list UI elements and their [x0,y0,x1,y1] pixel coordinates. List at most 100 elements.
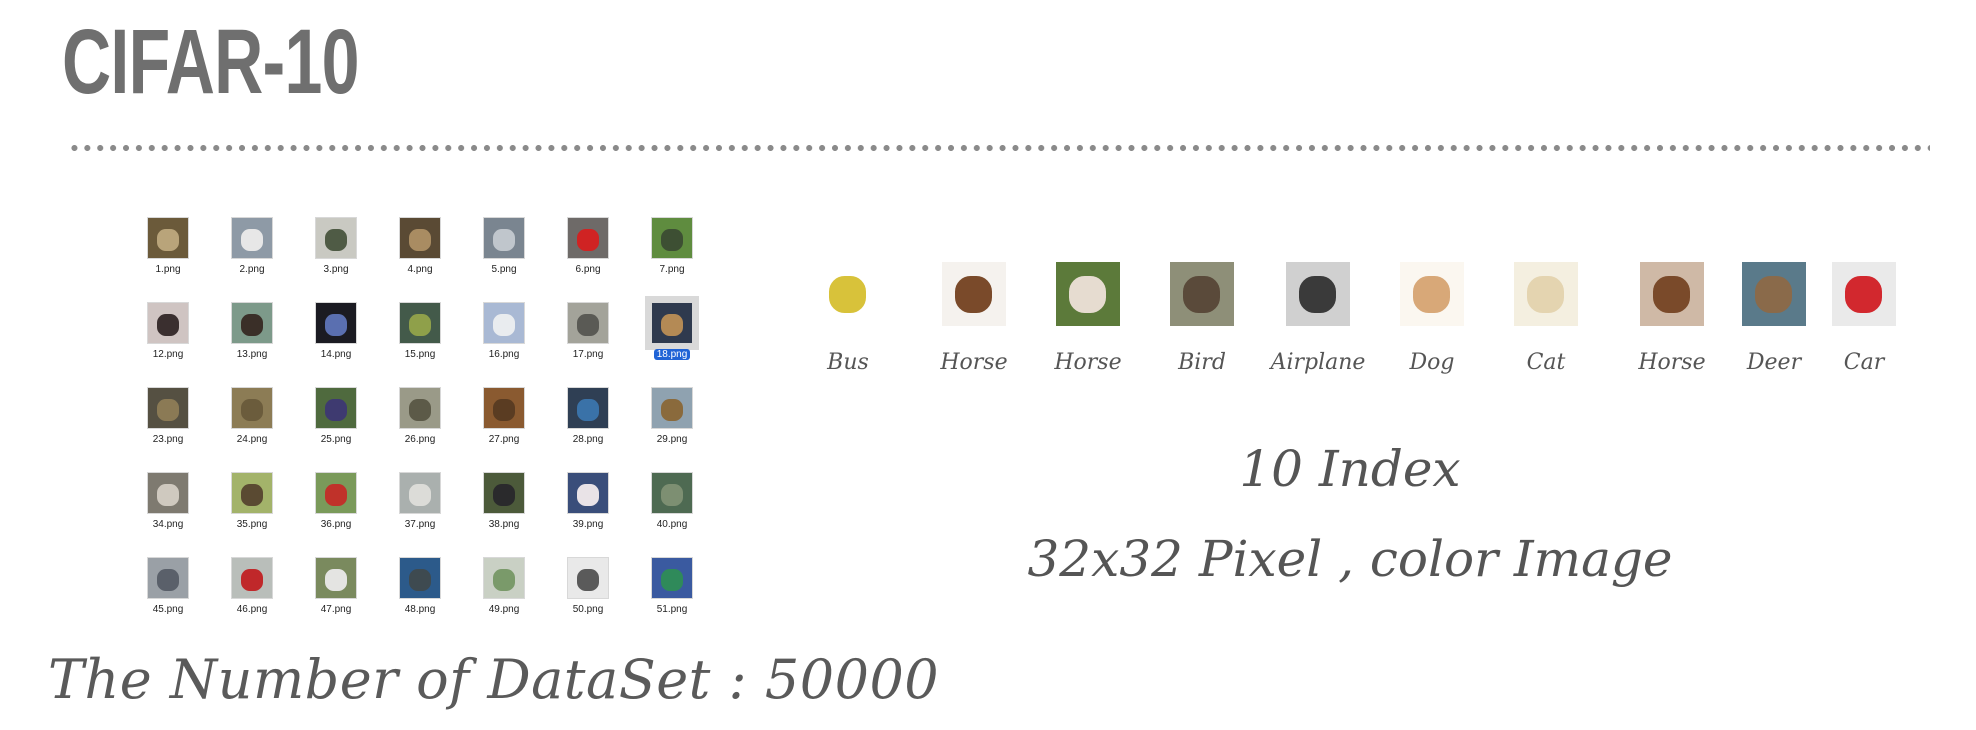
file-item[interactable]: 51.png [630,557,714,627]
sample-label: Horse [1054,350,1122,375]
file-thumbnail [651,557,693,599]
file-item[interactable]: 47.png [294,557,378,627]
file-item[interactable]: 46.png [210,557,294,627]
sample-image [1640,262,1704,326]
file-item[interactable]: 36.png [294,472,378,542]
dotted-divider [68,144,1930,152]
file-thumbnail [483,217,525,259]
file-item[interactable]: 50.png [546,557,630,627]
sample-label: Airplane [1270,350,1366,375]
file-item[interactable]: 24.png [210,387,294,457]
file-name: 7.png [659,264,685,275]
sample-label: Dog [1409,350,1455,375]
file-name: 4.png [407,264,433,275]
file-item[interactable]: 25.png [294,387,378,457]
sample-image [1832,262,1896,326]
file-item[interactable]: 28.png [546,387,630,457]
sample-image [1742,262,1806,326]
page-title: CIFAR-10 [62,11,359,113]
file-name: 5.png [491,264,517,275]
file-thumbnail [483,302,525,344]
file-thumbnail [651,472,693,514]
file-name: 23.png [152,434,184,445]
file-item[interactable]: 4.png [378,217,462,287]
file-item[interactable]: 26.png [378,387,462,457]
file-item[interactable]: 35.png [210,472,294,542]
index-count-caption: 10 Index [1239,440,1461,498]
sample-label: Cat [1526,350,1566,375]
file-item[interactable]: 45.png [126,557,210,627]
file-item[interactable]: 27.png [462,387,546,457]
file-item[interactable]: 39.png [546,472,630,542]
file-item[interactable]: 18.png [630,296,714,372]
file-item[interactable]: 40.png [630,472,714,542]
file-item[interactable]: 2.png [210,217,294,287]
file-item[interactable]: 48.png [378,557,462,627]
sample-image [1514,262,1578,326]
file-name: 39.png [572,519,604,530]
file-item[interactable]: 12.png [126,302,210,372]
file-item[interactable]: 13.png [210,302,294,372]
file-item[interactable]: 14.png [294,302,378,372]
file-thumbnail [315,557,357,599]
file-name: 16.png [488,349,520,360]
image-format-caption: 32x32 Pixel , color Image [1027,530,1673,588]
dataset-count-caption: The Number of DataSet : 50000 [48,648,940,711]
file-thumbnail [399,302,441,344]
file-item[interactable]: 6.png [546,217,630,287]
file-thumbnail [315,217,357,259]
file-item[interactable]: 5.png [462,217,546,287]
file-item[interactable]: 34.png [126,472,210,542]
file-name: 46.png [236,604,268,615]
file-item[interactable]: 23.png [126,387,210,457]
file-thumbnail [651,387,693,429]
file-thumbnail [651,217,693,259]
file-name: 51.png [656,604,688,615]
file-item[interactable]: 49.png [462,557,546,627]
file-item[interactable]: 17.png [546,302,630,372]
sample-image [816,262,880,326]
sample-image [1400,262,1464,326]
file-thumbnail [315,472,357,514]
file-name: 48.png [404,604,436,615]
file-thumbnail [147,217,189,259]
file-name: 26.png [404,434,436,445]
file-name: 50.png [572,604,604,615]
file-item[interactable]: 16.png [462,302,546,372]
file-item[interactable]: 15.png [378,302,462,372]
file-name: 34.png [152,519,184,530]
file-name: 18.png [630,349,714,360]
file-name: 35.png [236,519,268,530]
file-thumbnail [399,557,441,599]
file-thumbnail [147,472,189,514]
file-name: 13.png [236,349,268,360]
file-thumbnail [483,472,525,514]
file-name: 45.png [152,604,184,615]
file-item[interactable]: 38.png [462,472,546,542]
file-name: 37.png [404,519,436,530]
file-thumbnail [231,217,273,259]
sample-label: Car [1843,350,1885,375]
file-thumbnail [399,217,441,259]
sample-image [1286,262,1350,326]
file-name: 15.png [404,349,436,360]
file-name: 14.png [320,349,352,360]
file-item[interactable]: 7.png [630,217,714,287]
file-thumbnail [231,387,273,429]
file-name: 6.png [575,264,601,275]
file-item[interactable]: 3.png [294,217,378,287]
file-item[interactable]: 37.png [378,472,462,542]
file-name: 28.png [572,434,604,445]
file-name: 1.png [155,264,181,275]
file-name: 40.png [656,519,688,530]
file-thumbnail [147,557,189,599]
file-thumbnail [231,302,273,344]
file-item[interactable]: 1.png [126,217,210,287]
file-thumbnail [315,302,357,344]
file-item[interactable]: 29.png [630,387,714,457]
sample-image [942,262,1006,326]
file-thumbnail [567,302,609,344]
file-thumbnail [399,387,441,429]
file-thumbnail [147,387,189,429]
file-name: 12.png [152,349,184,360]
